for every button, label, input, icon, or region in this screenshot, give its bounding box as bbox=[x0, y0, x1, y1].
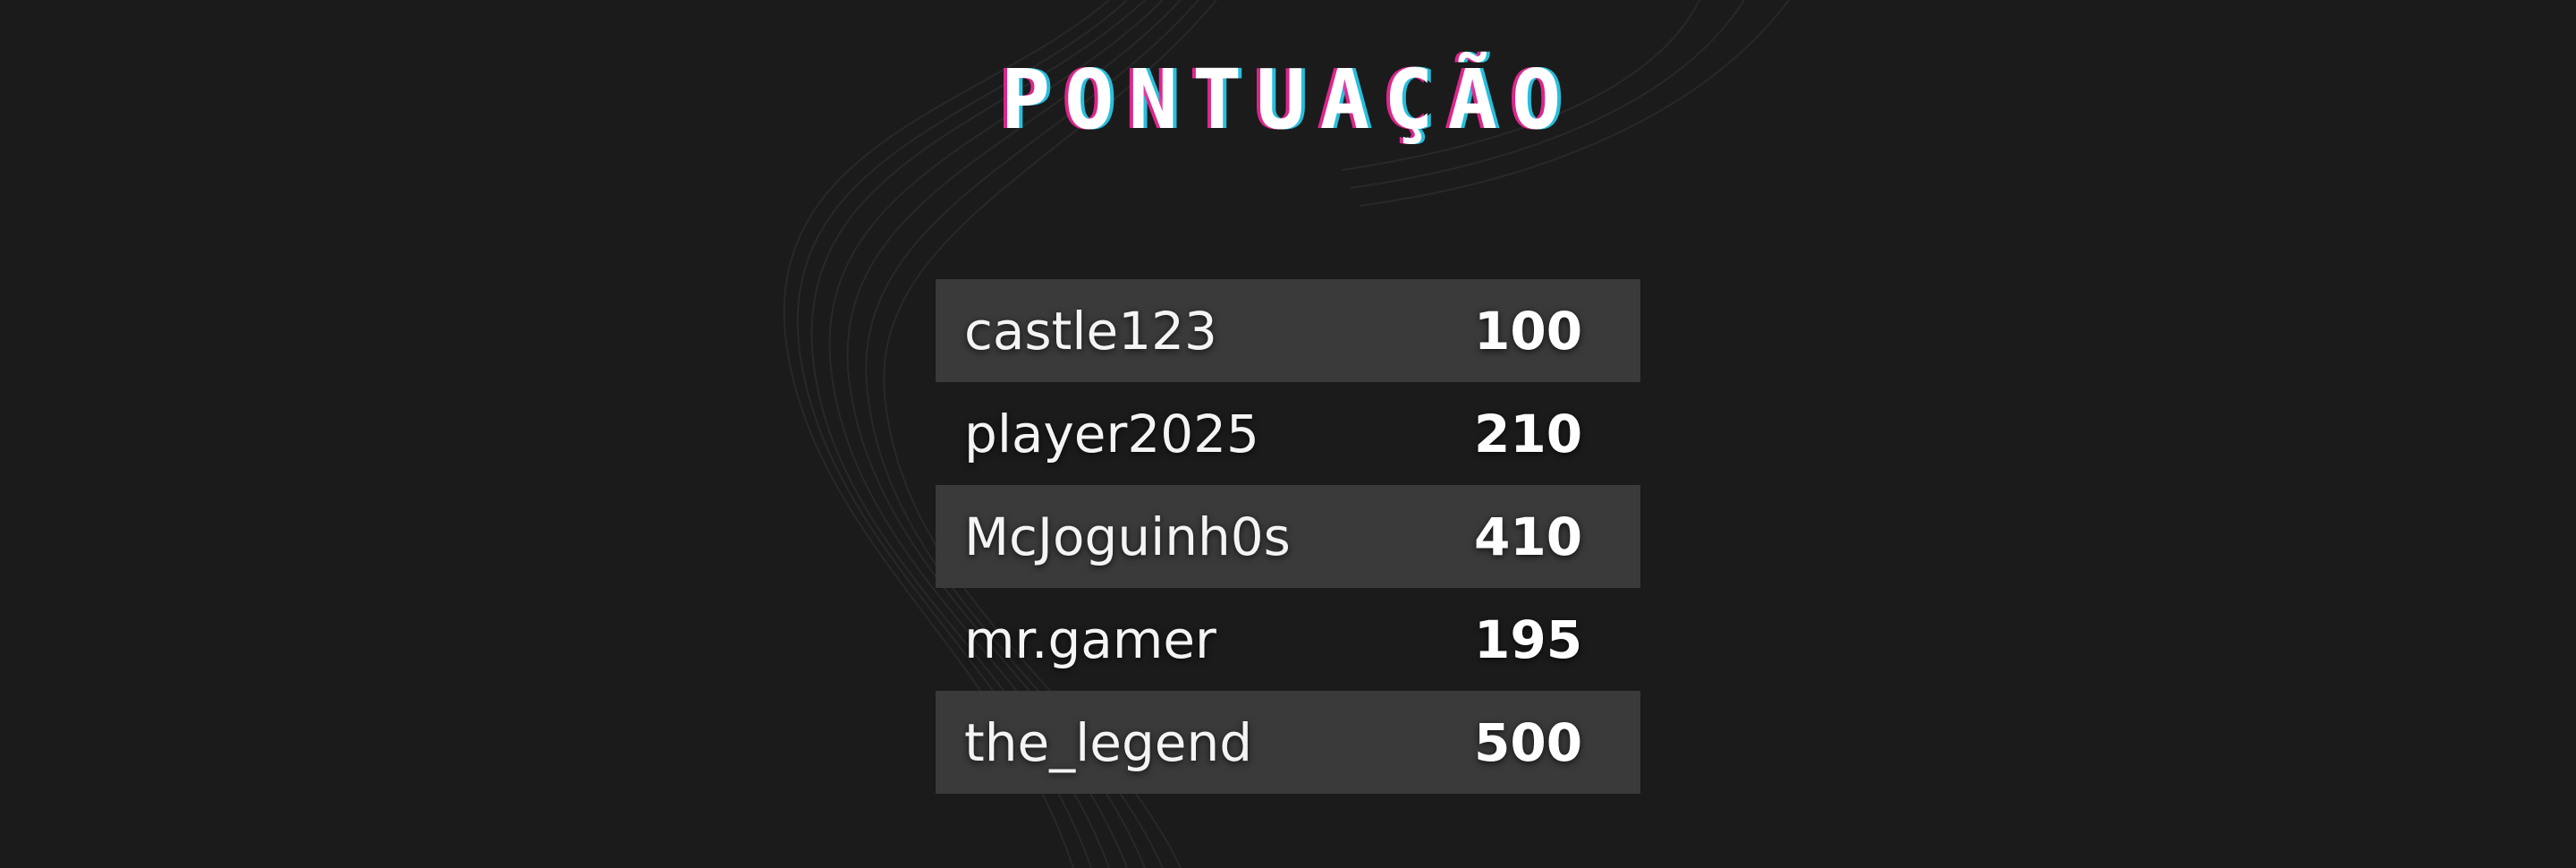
player-score: 195 bbox=[1474, 608, 1583, 670]
player-name: player2025 bbox=[964, 403, 1259, 464]
scoreboard-table: castle123 100 player2025 210 McJoguinh0s… bbox=[936, 279, 1640, 794]
player-name: McJoguinh0s bbox=[964, 506, 1291, 567]
scoreboard-row[interactable]: McJoguinh0s 410 bbox=[936, 485, 1640, 588]
scoreboard-row[interactable]: castle123 100 bbox=[936, 279, 1640, 382]
player-name: the_legend bbox=[964, 711, 1253, 773]
player-score: 210 bbox=[1474, 403, 1583, 464]
player-name: castle123 bbox=[964, 300, 1217, 362]
player-score: 410 bbox=[1474, 506, 1583, 567]
scoreboard-row[interactable]: player2025 210 bbox=[936, 382, 1640, 485]
player-name: mr.gamer bbox=[964, 608, 1216, 670]
player-score: 500 bbox=[1474, 711, 1583, 773]
scoreboard-row[interactable]: the_legend 500 bbox=[936, 691, 1640, 794]
player-score: 100 bbox=[1474, 300, 1583, 362]
page-title: PONTUAÇÃO bbox=[1000, 52, 1576, 148]
scoreboard-row[interactable]: mr.gamer 195 bbox=[936, 588, 1640, 691]
